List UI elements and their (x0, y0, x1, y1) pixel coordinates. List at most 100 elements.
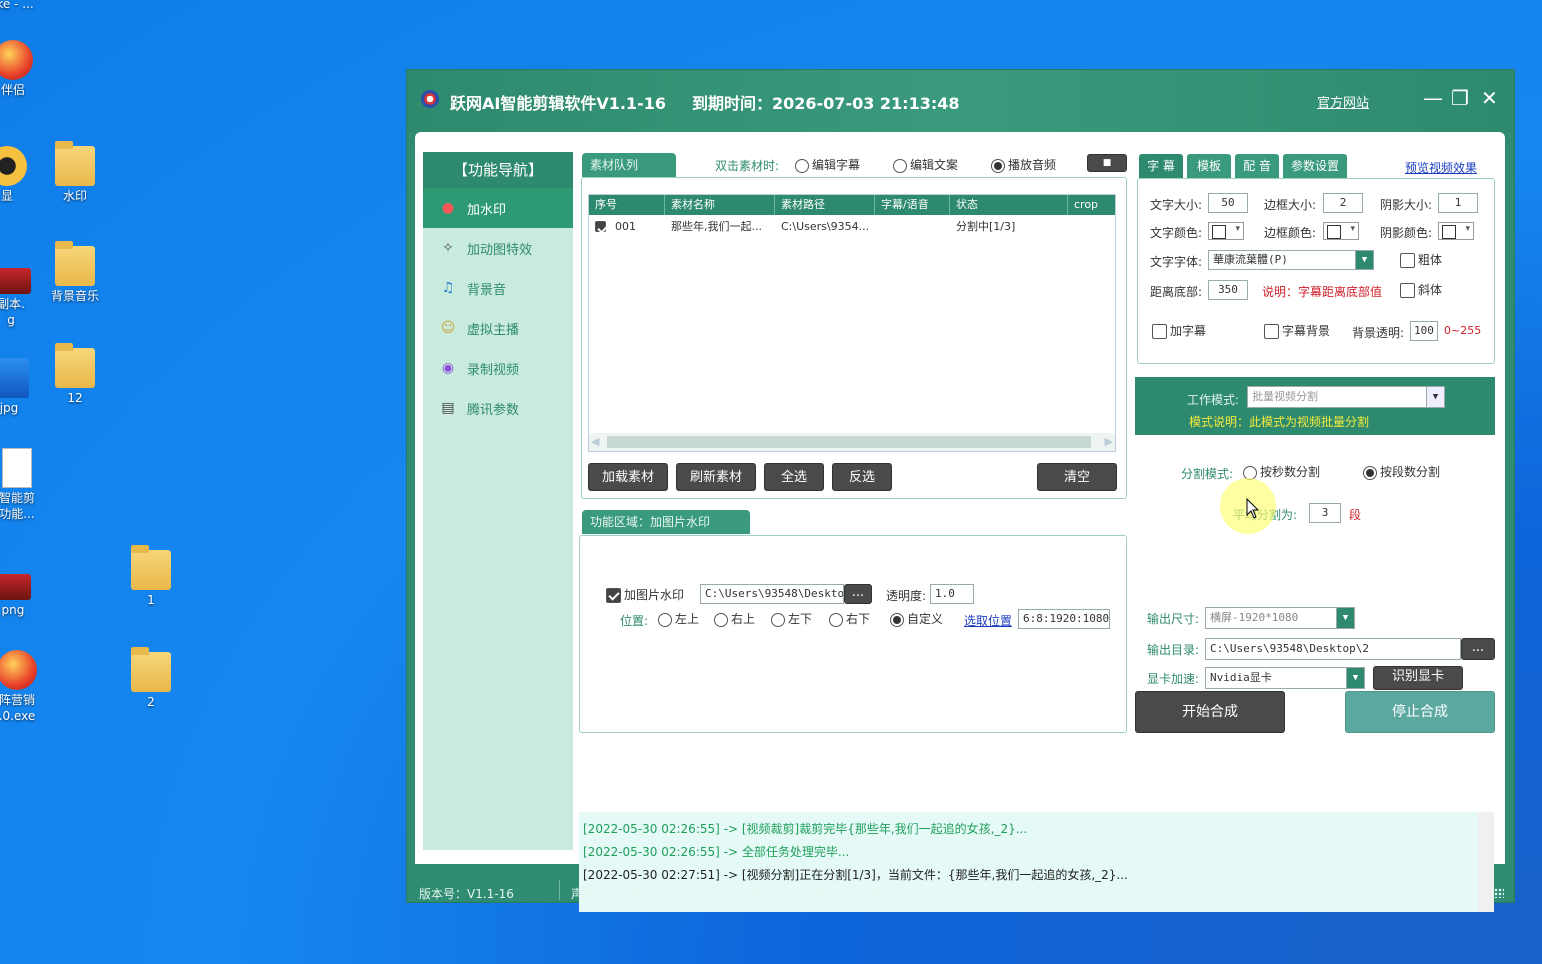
pick-position-link[interactable]: 选取位置 (964, 612, 1012, 629)
add-image-watermark-checkbox[interactable]: 加图片水印 (606, 586, 684, 603)
scroll-right-icon[interactable]: ▶ (1105, 435, 1113, 448)
load-material-button[interactable]: 加载素材 (588, 463, 668, 491)
split-by-seconds[interactable]: 按秒数分割 (1243, 463, 1320, 480)
gpu-select[interactable]: Nvidia显卡 ▼ (1205, 667, 1365, 689)
invert-select-button[interactable]: 反选 (832, 463, 892, 491)
gpu-label: 显卡加速: (1147, 672, 1200, 686)
desktop-icon-2-folder[interactable]: 2 (116, 647, 186, 710)
app-round-icon (0, 650, 37, 690)
desktop-icon-watermark-folder[interactable]: 水印 (40, 141, 110, 204)
stop-render-button[interactable]: 停止合成 (1345, 691, 1495, 733)
browse-output-button[interactable]: ... (1461, 638, 1495, 660)
col-status[interactable]: 状态 (950, 195, 1068, 215)
resize-grip-icon[interactable] (1494, 888, 1504, 898)
desktop-icon-png[interactable]: .png (0, 566, 46, 618)
shadow-size-label: 阴影大小: (1380, 198, 1433, 212)
video-file-icon (0, 574, 31, 600)
row-checkbox[interactable] (595, 220, 606, 232)
bottom-distance-input[interactable]: 350 (1208, 280, 1248, 300)
border-color-picker[interactable] (1323, 222, 1359, 240)
nav-item-bgm[interactable]: ♫ 背景音 (423, 268, 573, 308)
detect-gpu-button[interactable]: 识别显卡 (1373, 666, 1463, 690)
split-by-segments[interactable]: 按段数分割 (1363, 463, 1440, 480)
output-size-select[interactable]: 横屏-1920*1080 ▼ (1205, 607, 1355, 629)
font-size-input[interactable]: 50 (1208, 193, 1248, 213)
desktop-icon-jpg[interactable]: jpg (0, 358, 44, 416)
font-select[interactable]: 華康流葉體(P) ▼ (1208, 250, 1374, 270)
position-top-right[interactable]: 右上 (714, 610, 755, 627)
position-value-input[interactable]: 6:8:1920:1080 (1018, 609, 1110, 629)
border-size-input[interactable]: 2 (1323, 193, 1363, 213)
radio-icon (829, 612, 843, 627)
col-no[interactable]: 序号 (589, 195, 665, 215)
position-top-left[interactable]: 左上 (658, 610, 699, 627)
col-path[interactable]: 素材路径 (775, 195, 875, 215)
record-icon: ◉ (441, 360, 455, 376)
italic-checkbox[interactable]: 斜体 (1400, 281, 1442, 298)
official-site-link[interactable]: 官方网站 (1317, 92, 1369, 111)
close-button[interactable]: ✕ (1481, 88, 1498, 108)
app-window: 跃网AI智能剪辑软件V1.1-16 到期时间：2026-07-03 21:13:… (406, 69, 1515, 912)
col-name[interactable]: 素材名称 (665, 195, 775, 215)
desktop-icon-top[interactable]: ke - ... (0, 0, 50, 12)
maximize-button[interactable]: ❐ (1451, 88, 1469, 108)
bg-opacity-input[interactable]: 100 (1410, 321, 1438, 341)
refresh-material-button[interactable]: 刷新素材 (676, 463, 756, 491)
stop-audio-button[interactable]: ■ (1087, 154, 1127, 172)
chevron-down-icon[interactable]: ▼ (1346, 668, 1364, 688)
tab-template[interactable]: 模板 (1187, 154, 1231, 178)
minimize-button[interactable]: — (1423, 88, 1443, 108)
desktop-icon-doc[interactable]: 智能剪 功能... (0, 448, 52, 522)
chevron-down-icon[interactable]: ▼ (1336, 608, 1354, 628)
option-edit-subtitle[interactable]: 编辑字幕 (795, 156, 860, 173)
grid-hscrollbar[interactable]: ◀ ▶ (589, 433, 1115, 451)
subtitle-bg-checkbox[interactable]: 字幕背景 (1264, 322, 1330, 339)
position-custom[interactable]: 自定义 (890, 610, 943, 627)
desktop-icon-exe[interactable]: 阵营销 .0.exe (0, 650, 52, 724)
tab-voiceover[interactable]: 配 音 (1235, 154, 1279, 178)
work-mode-select[interactable]: 批量视频分割 ▼ (1247, 386, 1445, 408)
col-subtitle[interactable]: 字幕/语音 (875, 195, 950, 215)
tab-function-area[interactable]: 功能区域：加图片水印 (582, 510, 750, 534)
scroll-left-icon[interactable]: ◀ (591, 435, 599, 448)
font-color-picker[interactable] (1208, 222, 1244, 240)
option-play-audio[interactable]: 播放音频 (991, 156, 1056, 173)
option-edit-copy[interactable]: 编辑文案 (893, 156, 958, 173)
desktop-icon-bgm-folder[interactable]: 背景音乐 (40, 241, 110, 304)
chevron-down-icon[interactable]: ▼ (1426, 387, 1444, 407)
scroll-thumb[interactable] (607, 436, 1091, 448)
watermark-path-input[interactable]: C:\Users\93548\Desktop\ (700, 584, 844, 604)
desktop-icon-label: 伴侣 (0, 83, 25, 97)
browse-watermark-button[interactable]: ... (844, 584, 872, 604)
desktop-icon-partner[interactable]: 伴侣 (0, 40, 48, 98)
select-all-button[interactable]: 全选 (764, 463, 824, 491)
clear-button[interactable]: 清空 (1037, 463, 1117, 491)
tab-subtitle[interactable]: 字 幕 (1139, 154, 1183, 178)
add-subtitle-checkbox[interactable]: 加字幕 (1152, 322, 1206, 339)
bold-checkbox[interactable]: 粗体 (1400, 251, 1442, 268)
output-dir-input[interactable]: C:\Users\93548\Desktop\2 (1205, 638, 1461, 660)
avg-split-input[interactable]: 3 (1309, 503, 1341, 523)
col-crop[interactable]: crop (1068, 195, 1117, 215)
nav-item-watermark[interactable]: ● 加水印 (423, 188, 573, 228)
nav-item-virtual-anchor[interactable]: ☺ 虚拟主播 (423, 308, 573, 348)
chevron-down-icon[interactable]: ▼ (1355, 251, 1373, 269)
desktop-icon-1-folder[interactable]: 1 (116, 545, 186, 608)
desktop-icon-display[interactable]: 显 (0, 146, 42, 204)
start-render-button[interactable]: 开始合成 (1135, 691, 1285, 733)
position-bottom-left[interactable]: 左下 (771, 610, 812, 627)
nav-item-animated-effect[interactable]: ✧ 加动图特效 (423, 228, 573, 268)
shadow-color-picker[interactable] (1438, 222, 1474, 240)
nav-item-record-video[interactable]: ◉ 录制视频 (423, 348, 573, 388)
shadow-size-input[interactable]: 1 (1438, 193, 1478, 213)
preview-video-link[interactable]: 预览视频效果 (1405, 159, 1477, 176)
table-row[interactable]: 001 那些年,我们一起... C:\Users\9354... 分割中[1/3… (589, 217, 1115, 237)
position-bottom-right[interactable]: 右下 (829, 610, 870, 627)
nav-item-tencent-params[interactable]: ▤ 腾讯参数 (423, 388, 573, 428)
opacity-input[interactable]: 1.0 (930, 584, 974, 604)
tab-material-queue[interactable]: 素材队列 (582, 153, 676, 177)
tab-params[interactable]: 参数设置 (1283, 154, 1347, 178)
title-bar[interactable]: 跃网AI智能剪辑软件V1.1-16 到期时间：2026-07-03 21:13:… (407, 70, 1514, 132)
app-title: 跃网AI智能剪辑软件V1.1-16 (450, 94, 666, 113)
desktop-icon-12-folder[interactable]: 12 (40, 343, 110, 406)
